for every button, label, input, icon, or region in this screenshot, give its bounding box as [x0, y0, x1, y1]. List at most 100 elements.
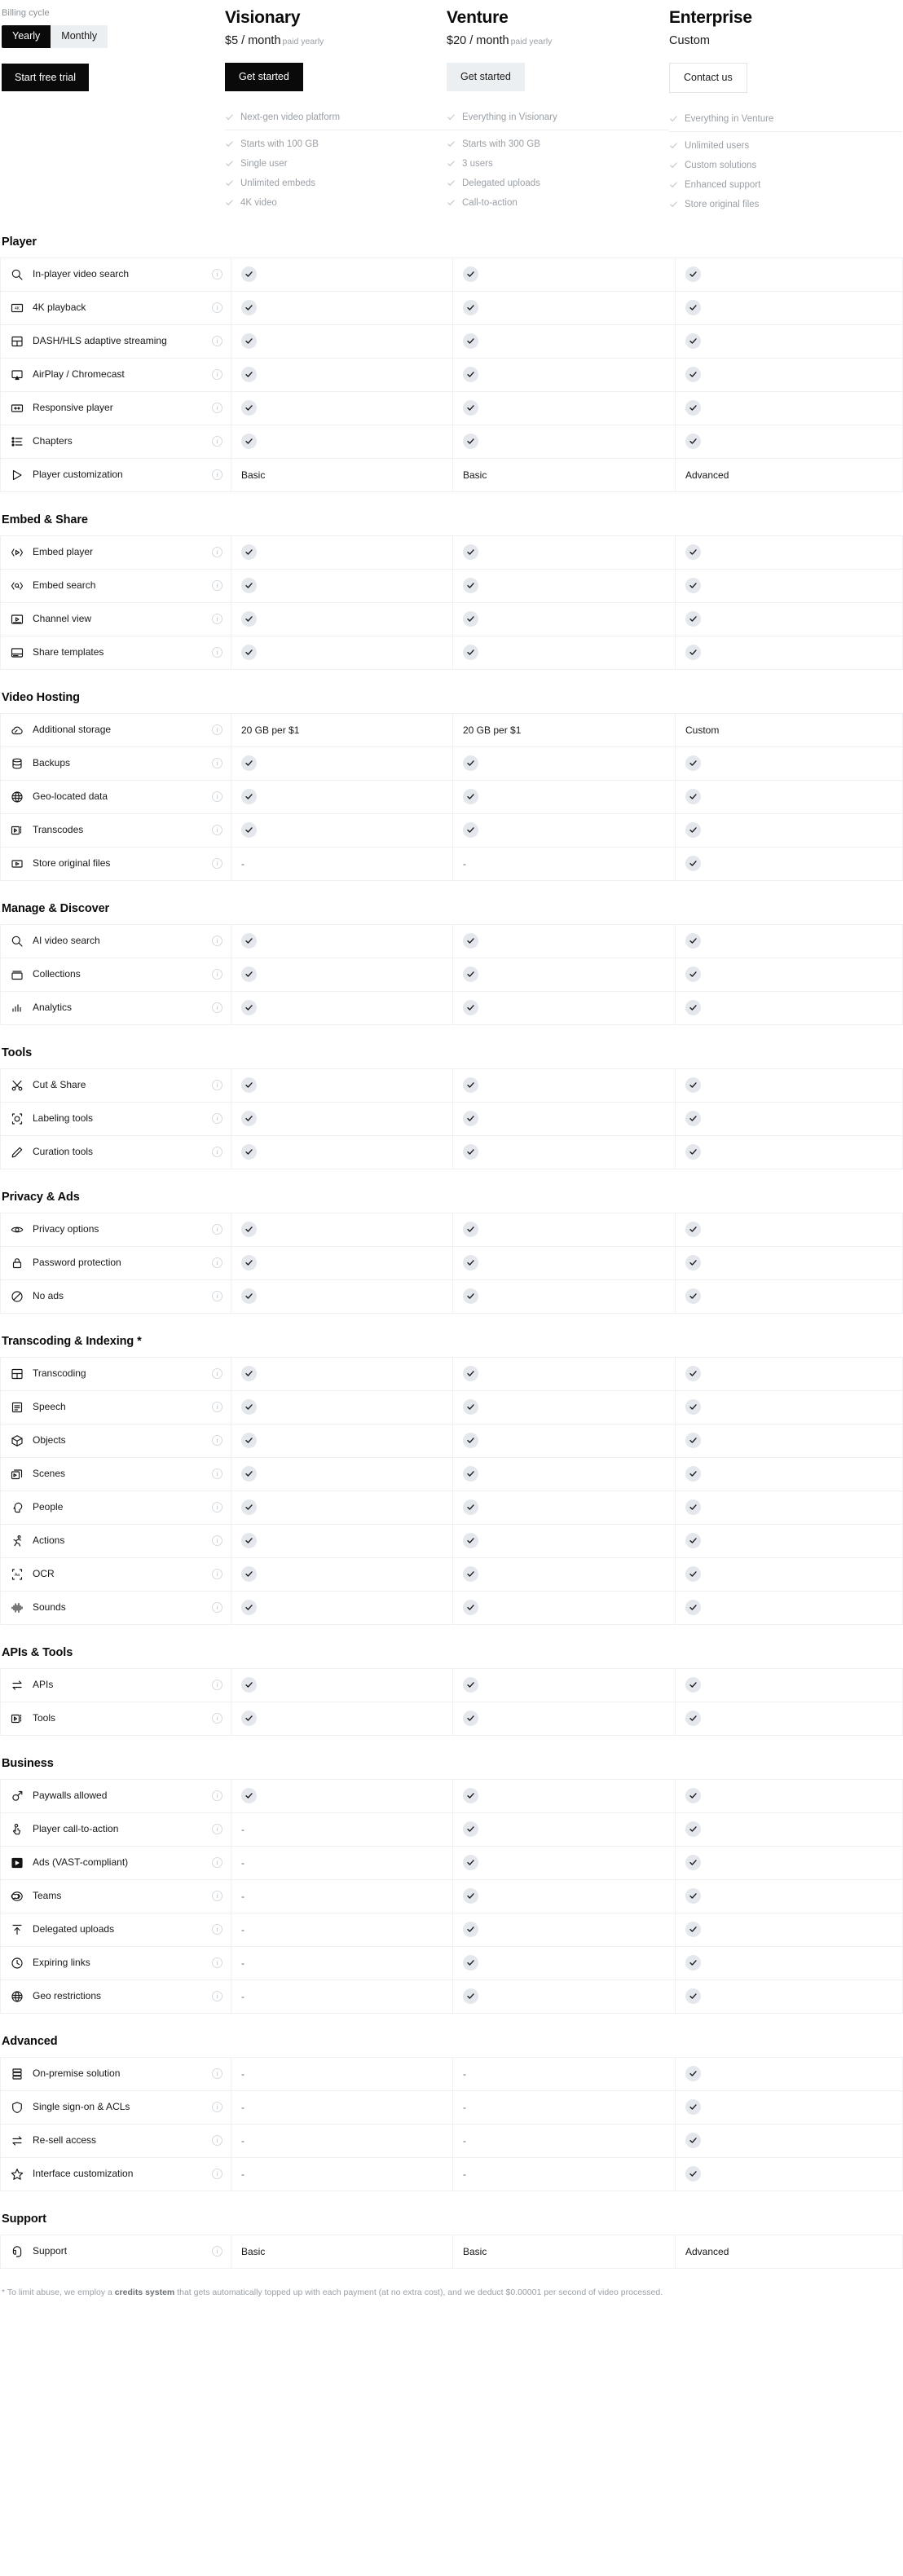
info-icon[interactable]: i [212, 1891, 222, 1902]
feature-label: Expiring links [33, 1956, 90, 1968]
info-icon[interactable]: i [212, 336, 222, 347]
value-cell [231, 1246, 453, 1279]
info-icon[interactable]: i [212, 2068, 222, 2080]
value-cell [453, 1946, 676, 1979]
feature-cell: Embed search i [1, 569, 231, 602]
info-icon[interactable]: i [212, 936, 222, 947]
value-cell [676, 2158, 903, 2191]
info-icon[interactable]: i [212, 547, 222, 558]
billing-toggle-monthly[interactable]: Monthly [51, 25, 108, 48]
plan-price-wrap: Custom [669, 34, 902, 48]
info-icon[interactable]: i [212, 1924, 222, 1935]
collections-icon [11, 968, 24, 981]
info-icon[interactable]: i [212, 1991, 222, 2002]
info-icon[interactable]: i [212, 1224, 222, 1235]
info-icon[interactable]: i [212, 469, 222, 481]
cast-icon [11, 368, 24, 381]
info-icon[interactable]: i [212, 2135, 222, 2147]
server-icon [11, 2067, 24, 2081]
info-icon[interactable]: i [212, 1402, 222, 1413]
info-icon[interactable]: i [212, 791, 222, 803]
info-icon[interactable]: i [212, 1535, 222, 1547]
info-icon[interactable]: i [212, 1824, 222, 1835]
info-icon[interactable]: i [212, 614, 222, 625]
info-icon[interactable]: i [212, 369, 222, 381]
value-cell [231, 602, 453, 636]
info-icon[interactable]: i [212, 1147, 222, 1158]
plan-price: $5 / month [225, 34, 281, 47]
value-text: Basic [463, 2245, 487, 2257]
info-icon[interactable]: i [212, 858, 222, 870]
info-icon[interactable]: i [212, 1368, 222, 1380]
scenes-icon [11, 1468, 24, 1481]
value-cell [676, 1780, 903, 1812]
section-player: Player In-player video search i 4K 4K playba… [0, 236, 903, 492]
check-badge [463, 1566, 478, 1583]
check-icon [669, 141, 678, 150]
table-row: Objects i [1, 1424, 902, 1458]
billing-toggle-yearly[interactable]: Yearly [2, 25, 51, 48]
info-icon[interactable]: i [212, 1857, 222, 1869]
info-icon[interactable]: i [212, 403, 222, 414]
info-icon[interactable]: i [212, 647, 222, 658]
info-icon[interactable]: i [212, 1790, 222, 1802]
start-free-trial-button[interactable]: Start free trial [2, 63, 90, 91]
value-cell: Basic [231, 458, 453, 491]
info-icon[interactable]: i [212, 2102, 222, 2113]
feature-label: Transcodes [33, 823, 84, 835]
info-icon[interactable]: i [212, 1113, 222, 1125]
value-cell [676, 1558, 903, 1591]
info-icon[interactable]: i [212, 1713, 222, 1724]
check-badge [463, 1922, 478, 1938]
pencil-icon [11, 1146, 24, 1159]
plan-cta-button[interactable]: Get started [447, 63, 525, 91]
value-cell [231, 258, 453, 291]
value-cell [453, 991, 676, 1024]
feature-table: On-premise solution i - - Single sign-on & A… [0, 2056, 903, 2191]
info-icon[interactable]: i [212, 1002, 222, 1014]
info-icon[interactable]: i [212, 1957, 222, 1969]
info-icon[interactable]: i [212, 1080, 222, 1091]
feature-table: Additional storage i 20 GB per $1 20 GB per… [0, 712, 903, 881]
info-icon[interactable]: i [212, 2246, 222, 2257]
info-icon[interactable]: i [212, 1291, 222, 1302]
plan-cta-button[interactable]: Contact us [669, 63, 747, 93]
billing-cycle-toggle[interactable]: Yearly Monthly [2, 25, 108, 48]
check-badge [241, 645, 257, 661]
check-badge [685, 933, 701, 949]
value-cell [453, 324, 676, 358]
info-icon[interactable]: i [212, 1469, 222, 1480]
feature-label: Geo restrictions [33, 1989, 102, 2001]
info-icon[interactable]: i [212, 1435, 222, 1447]
info-icon[interactable]: i [212, 580, 222, 592]
table-row: Aa OCR i [1, 1557, 903, 1592]
section-manage-discover: Manage & Discover AI video search i Collect… [0, 902, 903, 1025]
info-icon[interactable]: i [212, 269, 222, 280]
plan-cta-button[interactable]: Get started [225, 63, 303, 91]
value-cell [231, 1068, 453, 1102]
plan-feature-item: Starts with 100 GB [225, 134, 447, 154]
value-cell [231, 291, 453, 324]
feature-cell: Delegated uploads i [1, 1913, 231, 1946]
info-icon[interactable]: i [212, 1502, 222, 1513]
info-icon[interactable]: i [212, 302, 222, 314]
section-title: Business [2, 1756, 54, 1770]
value-cell [676, 1592, 903, 1624]
info-icon[interactable]: i [212, 724, 222, 736]
info-icon[interactable]: i [212, 1680, 222, 1691]
info-icon[interactable]: i [212, 969, 222, 980]
info-icon[interactable]: i [212, 758, 222, 769]
info-icon[interactable]: i [212, 1257, 222, 1269]
info-icon[interactable]: i [212, 1569, 222, 1580]
info-icon[interactable]: i [212, 1602, 222, 1614]
transcode-icon [11, 1712, 24, 1725]
section-video-hosting: Video Hosting Additional storage i 20 GB pe… [0, 691, 903, 881]
info-icon[interactable]: i [212, 436, 222, 447]
section-title: Tools [2, 1046, 33, 1059]
feature-cell: Store original files i [1, 847, 231, 880]
info-icon[interactable]: i [212, 2169, 222, 2180]
section-title: Manage & Discover [2, 901, 110, 915]
info-icon[interactable]: i [212, 825, 222, 836]
check-icon [225, 159, 234, 168]
plan-feature-label: 3 users [462, 158, 493, 169]
